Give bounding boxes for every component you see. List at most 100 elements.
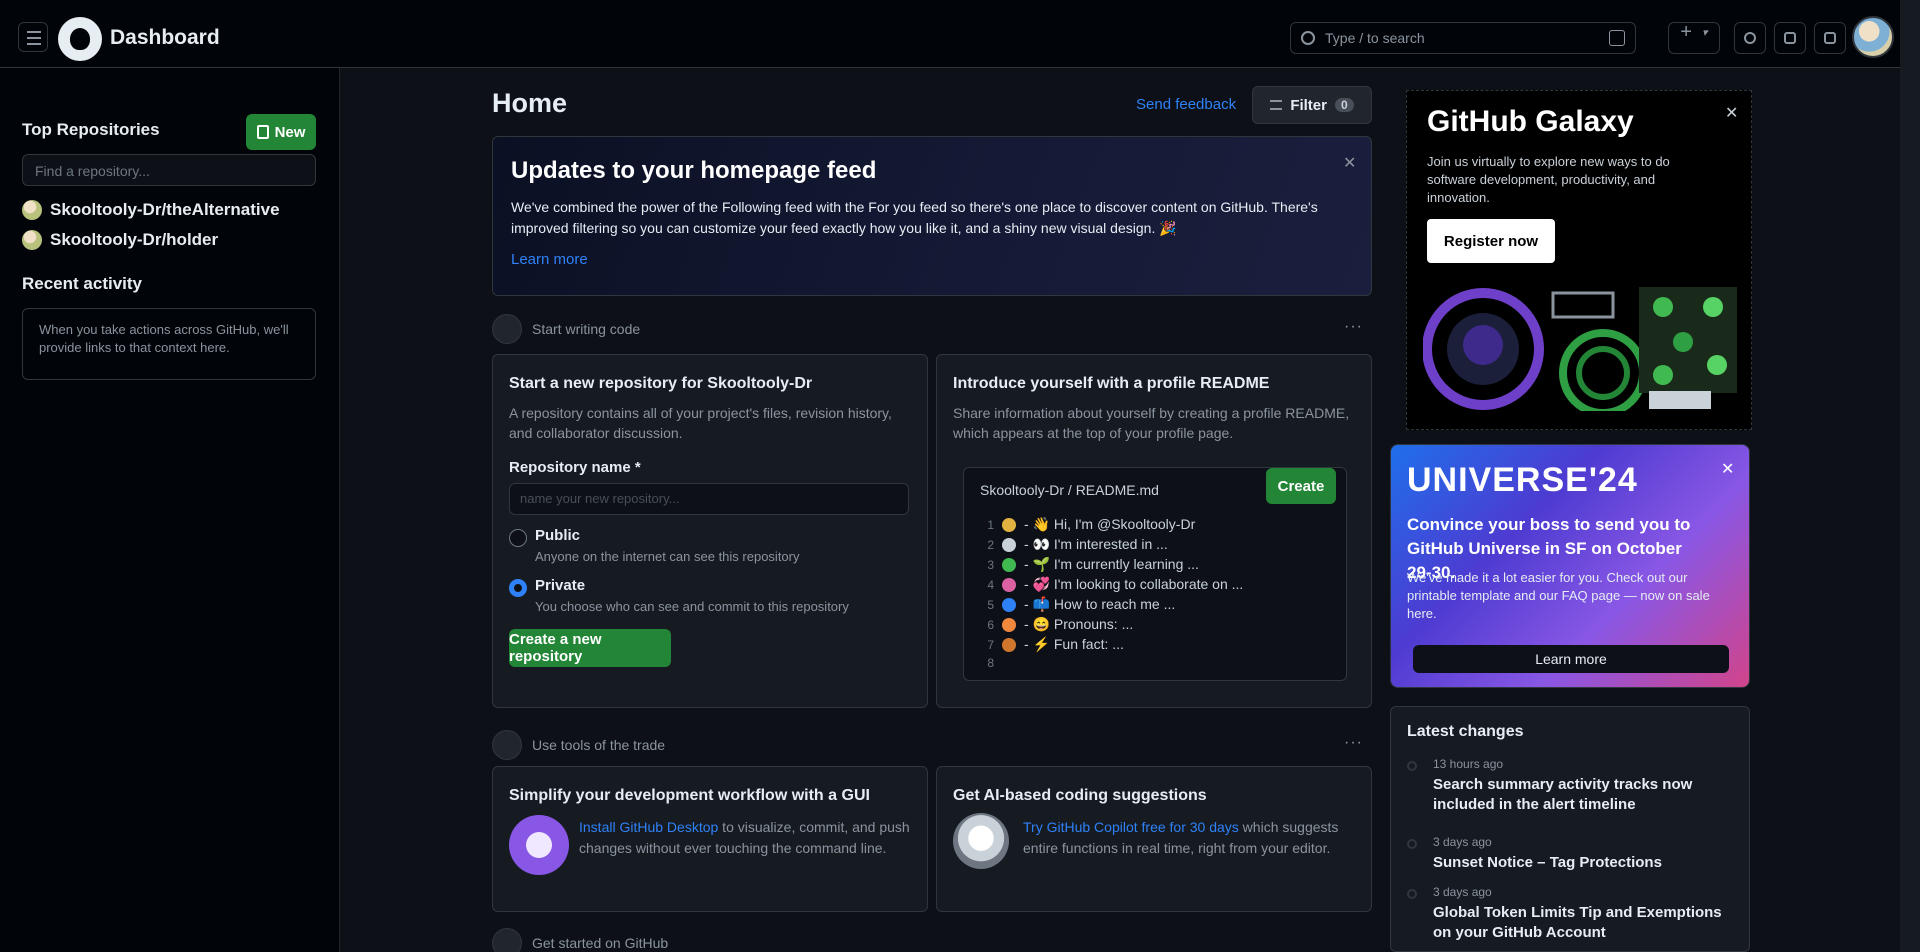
learn-more-link[interactable]: Learn more: [511, 251, 588, 268]
universe-description: We've made it a lot easier for you. Chec…: [1407, 570, 1710, 621]
search-input[interactable]: Type / to search: [1290, 22, 1636, 54]
readme-code-line: 6 - 😄 Pronouns: ...: [980, 616, 1133, 633]
close-icon[interactable]: ✕: [1343, 153, 1356, 173]
try-copilot-link[interactable]: Try GitHub Copilot free for 30 days: [1023, 819, 1239, 835]
new-repository-button[interactable]: New: [246, 114, 316, 150]
send-feedback-link[interactable]: Send feedback: [1136, 96, 1236, 113]
banner-body: We've combined the power of the Followin…: [511, 199, 1318, 236]
github-logo-icon[interactable]: [58, 17, 102, 61]
plus-icon: [1680, 21, 1708, 44]
galaxy-title: GitHub Galaxy: [1427, 105, 1634, 138]
card-title: Start a new repository for Skooltooly-Dr: [509, 375, 813, 392]
line-number: 4: [987, 577, 994, 592]
public-radio[interactable]: [509, 529, 527, 547]
change-time: 13 hours ago: [1433, 757, 1504, 771]
command-palette-icon[interactable]: [1609, 30, 1625, 46]
new-repository-card: Start a new repository for Skooltooly-Dr…: [492, 354, 928, 708]
universe-learn-more-button[interactable]: Learn more: [1413, 645, 1729, 673]
window-scrollbar[interactable]: [1900, 0, 1920, 952]
explore-section-header: Get started on GitHub: [492, 928, 668, 952]
page-title: Home: [492, 88, 568, 118]
feed-update-banner: Updates to your homepage feed We've comb…: [492, 136, 1372, 296]
pull-requests-button[interactable]: [1774, 22, 1806, 54]
readme-code-line: 3 - 🌱 I'm currently learning ...: [980, 556, 1199, 573]
readme-code-line: 1 - 👋 Hi, I'm @Skooltooly-Dr: [980, 516, 1195, 533]
timeline-dot: [1407, 889, 1417, 899]
line-text: - 👀 I'm interested in ...: [1024, 536, 1168, 552]
change-time: 3 days ago: [1433, 885, 1492, 899]
main-feed: Home Send feedback Filter 0 Updates to y…: [340, 68, 1920, 952]
change-title: Search summary activity tracks now inclu…: [1433, 776, 1693, 813]
public-description: Anyone on the internet can see this repo…: [535, 549, 800, 564]
page-context-title[interactable]: Dashboard: [110, 26, 220, 50]
line-text: - 📫 How to reach me ...: [1024, 596, 1176, 612]
register-now-button[interactable]: Register now: [1427, 219, 1555, 263]
readme-path: Skooltooly-Dr / README.md: [980, 482, 1159, 498]
create-repository-button[interactable]: Create a new repository: [509, 629, 671, 667]
line-number: 6: [987, 617, 994, 632]
pull-request-icon: [1784, 32, 1796, 44]
public-label: Public: [535, 527, 581, 544]
issues-button[interactable]: [1734, 22, 1766, 54]
github-desktop-icon: [509, 815, 569, 875]
emoji-icon: [1002, 637, 1016, 652]
repo-name: Skooltooly-Dr/holder: [50, 230, 219, 249]
owner-avatar: [22, 230, 42, 250]
user-avatar[interactable]: [1852, 16, 1894, 58]
card-description: A repository contains all of your projec…: [509, 405, 892, 441]
create-new-button[interactable]: [1668, 21, 1720, 54]
latest-changes-heading: Latest changes: [1407, 723, 1524, 740]
readme-preview: Skooltooly-Dr / README.md Create 1 - 👋 Hi…: [963, 467, 1347, 681]
search-placeholder: Type / to search: [1325, 30, 1425, 46]
explore-icon: [492, 928, 522, 952]
sidebar-repo-item[interactable]: Skooltooly-Dr/holder: [22, 230, 218, 250]
line-text: - 🌱 I'm currently learning ...: [1024, 556, 1199, 572]
emoji-icon: [1002, 537, 1016, 552]
filter-button[interactable]: Filter 0: [1252, 86, 1372, 124]
private-description: You choose who can see and commit to thi…: [535, 599, 849, 614]
readme-code-line: 4 - 💞️ I'm looking to collaborate on ...: [980, 576, 1243, 593]
line-number: 2: [987, 537, 994, 552]
github-desktop-card: Simplify your development workflow with …: [492, 766, 928, 912]
readme-code-line: 5 - 📫 How to reach me ...: [980, 596, 1175, 613]
kebab-menu-icon[interactable]: ···: [1344, 734, 1363, 752]
inbox-button[interactable]: [1814, 22, 1846, 54]
section-label: Start writing code: [532, 321, 641, 337]
start-coding-section-header: Start writing code: [492, 314, 640, 344]
recent-activity-box: When you take actions across GitHub, we'…: [22, 308, 316, 380]
github-galaxy-promo: GitHub Galaxy Join us virtually to explo…: [1406, 90, 1752, 430]
line-text: - 👋 Hi, I'm @Skooltooly-Dr: [1024, 516, 1196, 532]
change-title: Sunset Notice – Tag Protections: [1433, 854, 1662, 871]
line-number: 7: [987, 637, 994, 652]
readme-code-line: 7 - ⚡ Fun fact: ...: [980, 636, 1124, 653]
menu-button[interactable]: [18, 22, 48, 52]
create-readme-button[interactable]: Create: [1266, 468, 1336, 504]
tools-icon: [492, 730, 522, 760]
line-text: - 💞️ I'm looking to collaborate on ...: [1024, 576, 1244, 592]
line-number: 8: [987, 656, 994, 670]
emoji-icon: [1002, 557, 1016, 572]
tools-section-header: Use tools of the trade: [492, 730, 665, 760]
close-icon[interactable]: ✕: [1725, 103, 1738, 123]
line-number: 5: [987, 597, 994, 612]
line-text: - ⚡ Fun fact: ...: [1024, 636, 1124, 652]
install-desktop-link[interactable]: Install GitHub Desktop: [579, 819, 718, 835]
close-icon[interactable]: ✕: [1721, 459, 1734, 479]
recent-activity-heading: Recent activity: [22, 274, 142, 293]
repository-name-input[interactable]: name your new repository...: [509, 483, 909, 515]
filter-label: Filter: [1290, 96, 1327, 114]
readme-code-line: 8: [980, 656, 1002, 670]
sidebar-repo-item[interactable]: Skooltooly-Dr/theAlternative: [22, 200, 280, 220]
galaxy-artwork: [1423, 287, 1737, 411]
emoji-icon: [1002, 617, 1016, 632]
repo-icon: [256, 125, 269, 139]
issues-icon: [1744, 32, 1756, 44]
change-time: 3 days ago: [1433, 835, 1492, 849]
kebab-menu-icon[interactable]: ···: [1344, 318, 1363, 336]
card-description: Share information about yourself by crea…: [953, 405, 1350, 441]
line-text: - 😄 Pronouns: ...: [1024, 616, 1134, 632]
banner-title: Updates to your homepage feed: [511, 157, 877, 184]
private-radio[interactable]: [509, 579, 527, 597]
timeline-dot: [1407, 839, 1417, 849]
find-repository-input[interactable]: Find a repository...: [22, 154, 316, 186]
